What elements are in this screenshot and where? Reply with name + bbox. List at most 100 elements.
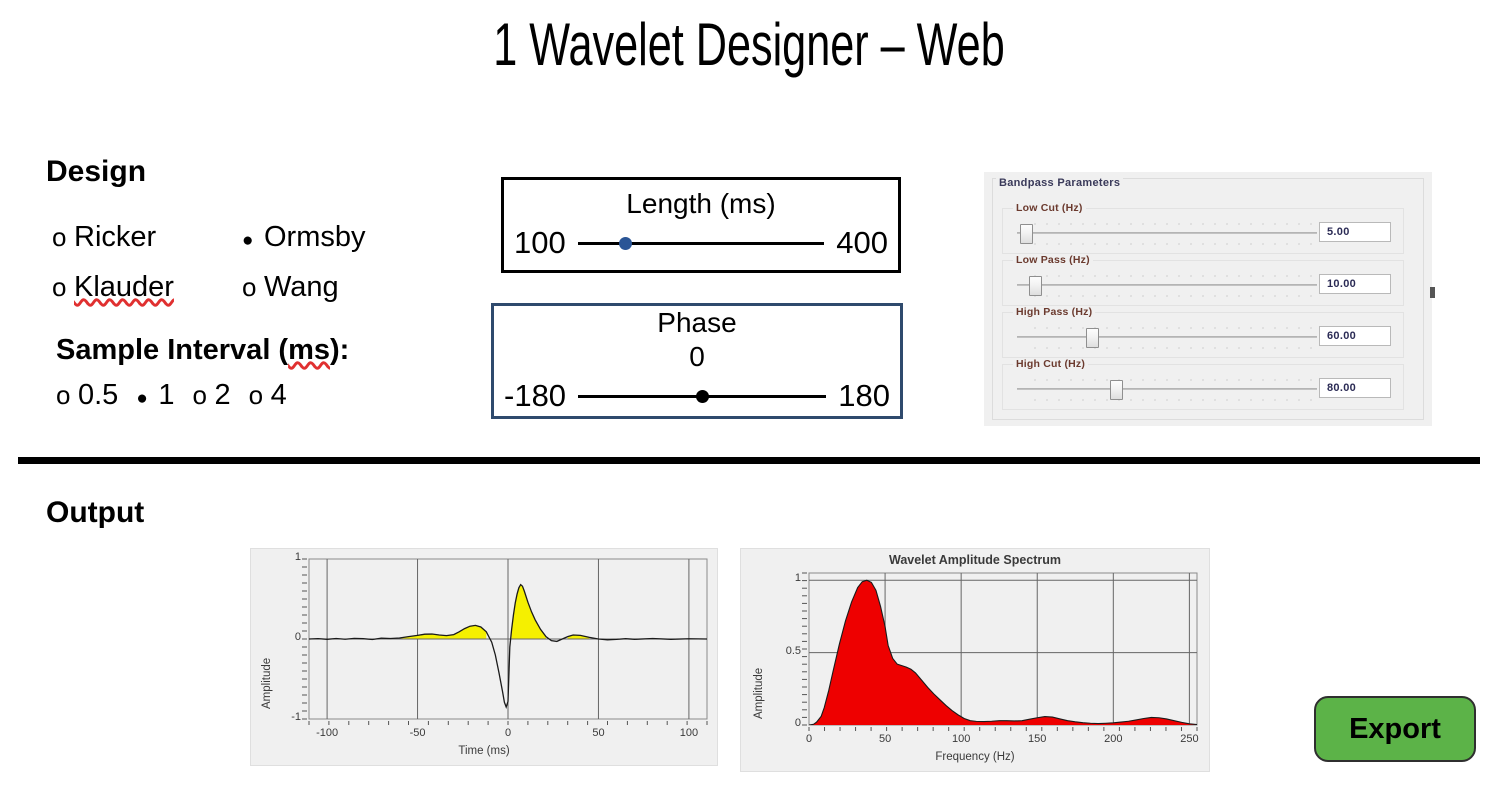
wavelet-type-radio-group: Ricker Ormsby Klauder Wang	[52, 216, 452, 312]
bandpass-label-high-cut: High Cut (Hz)	[1013, 358, 1089, 370]
length-slider-row: 100 400	[504, 223, 898, 263]
spectrum-chart-x-tick: 250	[1180, 733, 1199, 745]
bandpass-tick-marks-top-high-cut	[1029, 377, 1313, 381]
spectrum-chart-x-tick: 200	[1104, 733, 1123, 745]
radio-label-interval-2: 2	[214, 379, 231, 411]
radio-indicator-ricker[interactable]	[52, 216, 74, 258]
wavelet-chart-x-tick: -100	[316, 727, 339, 739]
bandpass-thumb-low-pass[interactable]	[1029, 276, 1042, 296]
bandpass-thumb-high-pass[interactable]	[1086, 328, 1099, 348]
length-slider-title: Length (ms)	[626, 188, 776, 219]
spectrum-chart-x-tick: 100	[951, 733, 971, 745]
bandpass-label-low-pass: Low Pass (Hz)	[1013, 254, 1093, 266]
radio-option-interval-2[interactable]: 2	[192, 374, 230, 416]
radio-indicator-interval-4[interactable]	[249, 374, 271, 416]
spectrum-chart-x-tick: 0	[805, 733, 813, 745]
radio-label-interval-1: 1	[158, 379, 175, 411]
radio-option-interval-1[interactable]: 1	[136, 374, 174, 420]
bandpass-group-high-cut: High Cut (Hz) 80.00	[1002, 358, 1404, 410]
bandpass-tick-marks-bottom-low-pass	[1029, 293, 1313, 297]
phase-slider-title: Phase	[657, 307, 737, 338]
length-slider-track[interactable]	[577, 242, 825, 245]
radio-indicator-interval-0-5[interactable]	[56, 374, 78, 416]
radio-option-ricker[interactable]: Ricker	[52, 216, 242, 258]
section-divider	[18, 457, 1480, 464]
bandpass-label-low-cut: Low Cut (Hz)	[1013, 202, 1086, 214]
bandpass-rail-low-cut[interactable]	[1017, 232, 1317, 234]
bandpass-thumb-low-cut[interactable]	[1020, 224, 1033, 244]
radio-indicator-ormsby[interactable]	[242, 216, 264, 262]
sample-interval-radio-group: 0.5 1 2 4	[56, 374, 305, 420]
radio-label-ormsby: Ormsby	[264, 221, 366, 253]
radio-option-interval-0-5[interactable]: 0.5	[56, 374, 118, 416]
wavelet-chart-x-tick: 100	[679, 727, 699, 739]
bandpass-tick-marks-top-low-pass	[1029, 273, 1313, 277]
phase-slider-value: 0	[689, 341, 705, 372]
bandpass-slider-low-pass[interactable]	[1017, 273, 1317, 299]
length-slider-panel: Length (ms) 100 400	[501, 177, 901, 273]
page-title: 1 Wavelet Designer – Web	[493, 11, 1005, 78]
spectrum-chart-x-tick: 150	[1028, 733, 1047, 745]
radio-indicator-interval-1[interactable]	[136, 374, 158, 420]
bandpass-value-low-pass[interactable]: 10.00	[1319, 274, 1391, 294]
radio-label-klauder: Klauder	[74, 271, 174, 303]
design-section-heading: Design	[46, 155, 147, 188]
bandpass-slider-high-pass[interactable]	[1017, 325, 1317, 351]
phase-slider-panel: Phase 0 -180 180	[491, 303, 903, 419]
bandpass-panel-legend: Bandpass Parameters	[996, 177, 1124, 189]
bandpass-value-high-pass[interactable]: 60.00	[1319, 326, 1391, 346]
bandpass-rail-high-cut[interactable]	[1017, 388, 1317, 390]
export-button[interactable]: Export	[1314, 696, 1476, 762]
bandpass-group-high-pass: High Pass (Hz) 60.00	[1002, 306, 1404, 358]
bandpass-tick-marks-bottom-high-cut	[1029, 397, 1313, 401]
output-section-heading: Output	[46, 496, 145, 529]
phase-slider-max-label: 180	[838, 378, 890, 413]
phase-slider-thumb[interactable]	[696, 390, 710, 403]
radio-option-interval-4[interactable]: 4	[249, 374, 287, 416]
bandpass-thumb-high-cut[interactable]	[1110, 380, 1123, 400]
bandpass-tick-marks-top-high-pass	[1029, 325, 1313, 329]
bandpass-parameters-panel: Bandpass Parameters Low Cut (Hz) 5.00 Lo…	[984, 172, 1432, 426]
bandpass-slider-low-cut[interactable]	[1017, 221, 1317, 247]
wavelet-chart-x-axis-label: Time (ms)	[458, 745, 510, 757]
length-slider-min-label: 100	[514, 225, 566, 260]
radio-option-ormsby[interactable]: Ormsby	[242, 216, 366, 262]
radio-label-ricker: Ricker	[74, 221, 157, 253]
length-slider-thumb[interactable]	[618, 237, 632, 250]
spectrum-chart-x-tick: 50	[878, 733, 892, 745]
wavelet-chart-x-tick: 0	[504, 727, 512, 739]
bandpass-rail-high-pass[interactable]	[1017, 336, 1317, 338]
radio-label-interval-4: 4	[270, 379, 287, 411]
wavelet-chart-x-tick: -50	[409, 727, 426, 739]
phase-slider-row: -180 180	[494, 376, 900, 416]
bandpass-slider-high-cut[interactable]	[1017, 377, 1317, 403]
bandpass-tick-marks-top-low-cut	[1029, 221, 1313, 225]
sample-interval-label: Sample Interval (ms):	[56, 334, 350, 366]
bandpass-group-low-cut: Low Cut (Hz) 5.00	[1002, 202, 1404, 254]
radio-indicator-klauder[interactable]	[52, 266, 74, 308]
bandpass-value-low-cut[interactable]: 5.00	[1319, 222, 1391, 242]
phase-slider-min-label: -180	[504, 378, 567, 413]
radio-indicator-interval-2[interactable]	[192, 374, 214, 416]
phase-slider[interactable]	[578, 385, 827, 407]
wavelet-type-row-1: Ricker Ormsby	[52, 216, 452, 262]
bandpass-group-low-pass: Low Pass (Hz) 10.00	[1002, 254, 1404, 306]
wavelet-chart-x-tick: 50	[592, 727, 605, 739]
radio-label-interval-0-5: 0.5	[78, 379, 119, 411]
bandpass-tick-marks-bottom-high-pass	[1029, 345, 1313, 349]
radio-option-klauder[interactable]: Klauder	[52, 266, 242, 308]
wavelet-time-series-chart: Amplitude -1 0 1 -100 -50 0 50 100 Time (ms)	[250, 548, 718, 766]
bandpass-label-high-pass: High Pass (Hz)	[1013, 306, 1096, 318]
spectrum-chart-x-axis-label: Frequency (Hz)	[935, 751, 1015, 763]
bandpass-value-high-cut[interactable]: 80.00	[1319, 378, 1391, 398]
length-slider-max-label: 400	[836, 225, 888, 260]
bandpass-tick-marks-bottom-low-cut	[1029, 241, 1313, 245]
panel-resize-handle[interactable]	[1430, 287, 1435, 298]
radio-indicator-wang[interactable]	[242, 266, 264, 308]
bandpass-rail-low-pass[interactable]	[1017, 284, 1317, 286]
radio-option-wang[interactable]: Wang	[242, 266, 339, 308]
wavelet-amplitude-spectrum-chart: Wavelet Amplitude Spectrum Amplitude 0 0.…	[740, 548, 1210, 772]
radio-label-wang: Wang	[264, 271, 339, 303]
wavelet-type-row-2: Klauder Wang	[52, 266, 452, 308]
length-slider[interactable]	[577, 232, 825, 254]
